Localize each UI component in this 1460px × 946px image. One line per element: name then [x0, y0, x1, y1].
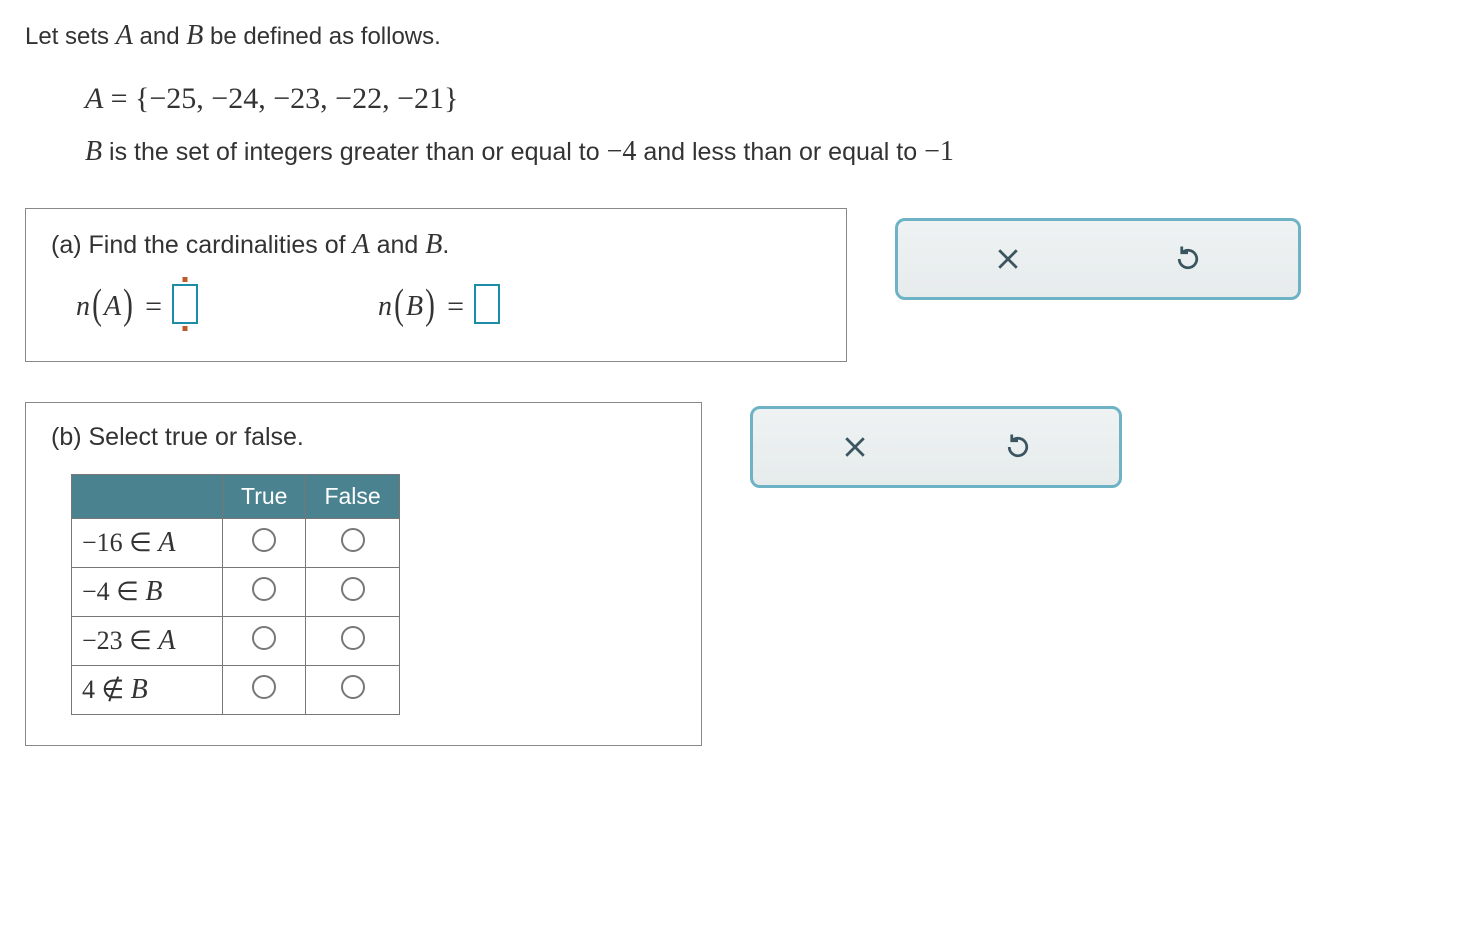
n-func-A: n [76, 291, 90, 323]
set-B-text2: and less than or equal to [636, 138, 924, 166]
problem-intro: Let sets A and B be defined as follows. [25, 20, 1435, 52]
close-icon [993, 244, 1023, 274]
cardinality-inputs: n(A) = n(B) = [51, 283, 821, 331]
stmt-rhs: B [145, 576, 162, 607]
set-B-val1: −4 [607, 136, 637, 167]
set-A-elements: −25, −24, −23, −22, −21 [149, 82, 444, 115]
reset-button[interactable] [1003, 432, 1033, 462]
part-a-suffix: . [442, 231, 449, 259]
table-header-row: True False [72, 475, 400, 519]
table-row: 4 ∉ B [72, 666, 400, 715]
row4-false-radio[interactable] [341, 675, 365, 699]
part-b-controls [750, 406, 1122, 488]
set-B-definition: B is the set of integers greater than or… [85, 136, 1435, 168]
paren-open: ( [394, 281, 404, 329]
row1-true-radio[interactable] [252, 528, 276, 552]
statement-cell: −16 ∈ A [72, 519, 223, 568]
part-a-box: (a) Find the cardinalities of A and B. n… [25, 208, 847, 362]
statement-cell: −23 ∈ A [72, 617, 223, 666]
intro-text-suffix: be defined as follows. [203, 23, 440, 50]
true-false-table: True False −16 ∈ A −4 ∈ B [71, 474, 400, 715]
n-of-B: n(B) = [378, 283, 500, 331]
var-B: B [186, 20, 203, 51]
row4-true-radio[interactable] [252, 675, 276, 699]
n-of-A: n(A) = [76, 283, 198, 331]
stmt-rel: ∈ [116, 577, 139, 606]
clear-button[interactable] [993, 244, 1023, 274]
paren-close: ) [123, 281, 133, 329]
stmt-lhs: −4 [82, 577, 110, 606]
arg-A: A [104, 291, 121, 323]
intro-text-mid: and [133, 23, 186, 50]
stmt-lhs: 4 [82, 675, 95, 704]
equals-sign: = [111, 82, 135, 115]
var-A: A [116, 20, 133, 51]
blank-header [72, 475, 223, 519]
part-a-prefix: (a) Find the cardinalities of [51, 231, 353, 259]
paren-open: ( [92, 281, 102, 329]
eq-sign: = [145, 290, 162, 324]
arg-B: B [406, 291, 423, 323]
row1-false-radio[interactable] [341, 528, 365, 552]
undo-icon [1003, 432, 1033, 462]
table-row: −23 ∈ A [72, 617, 400, 666]
part-b-label: (b) Select true or false. [51, 423, 676, 452]
set-B-symbol: B [85, 136, 102, 167]
set-B-text1: is the set of integers greater than or e… [102, 138, 606, 166]
statement-cell: 4 ∉ B [72, 666, 223, 715]
part-a-controls [895, 218, 1301, 300]
part-a-row: (a) Find the cardinalities of A and B. n… [25, 208, 1435, 362]
part-b-row: (b) Select true or false. True False −16… [25, 402, 1435, 746]
stmt-rhs: A [158, 625, 175, 656]
statement-cell: −4 ∈ B [72, 568, 223, 617]
brace-open: { [135, 82, 149, 115]
nB-answer-input[interactable] [474, 284, 500, 324]
stmt-rhs: A [158, 527, 175, 558]
paren-close: ) [425, 281, 435, 329]
eq-sign: = [447, 290, 464, 324]
row2-true-radio[interactable] [252, 577, 276, 601]
close-icon [840, 432, 870, 462]
stmt-rel: ∉ [102, 675, 125, 704]
stmt-rhs: B [131, 674, 148, 705]
intro-text-prefix: Let sets [25, 23, 116, 50]
nA-answer-input[interactable] [172, 284, 198, 324]
row2-false-radio[interactable] [341, 577, 365, 601]
set-A-definition: A = {−25, −24, −23, −22, −21} [85, 82, 1435, 116]
part-b-box: (b) Select true or false. True False −16… [25, 402, 702, 746]
set-A-symbol: A [85, 82, 103, 115]
table-row: −4 ∈ B [72, 568, 400, 617]
row3-true-radio[interactable] [252, 626, 276, 650]
undo-icon [1173, 244, 1203, 274]
brace-close: } [444, 82, 458, 115]
stmt-rel: ∈ [129, 626, 152, 655]
part-a-label: (a) Find the cardinalities of A and B. [51, 229, 821, 261]
stmt-rel: ∈ [129, 528, 152, 557]
reset-button[interactable] [1173, 244, 1203, 274]
stmt-lhs: −23 [82, 626, 123, 655]
clear-button[interactable] [840, 432, 870, 462]
n-func-B: n [378, 291, 392, 323]
set-B-val2: −1 [924, 136, 954, 167]
row3-false-radio[interactable] [341, 626, 365, 650]
stmt-lhs: −16 [82, 528, 123, 557]
part-a-A: A [353, 229, 370, 260]
table-row: −16 ∈ A [72, 519, 400, 568]
true-header: True [223, 475, 306, 519]
false-header: False [306, 475, 399, 519]
part-a-B: B [425, 229, 442, 260]
set-definitions: A = {−25, −24, −23, −22, −21} B is the s… [25, 82, 1435, 168]
part-a-mid: and [370, 231, 426, 259]
